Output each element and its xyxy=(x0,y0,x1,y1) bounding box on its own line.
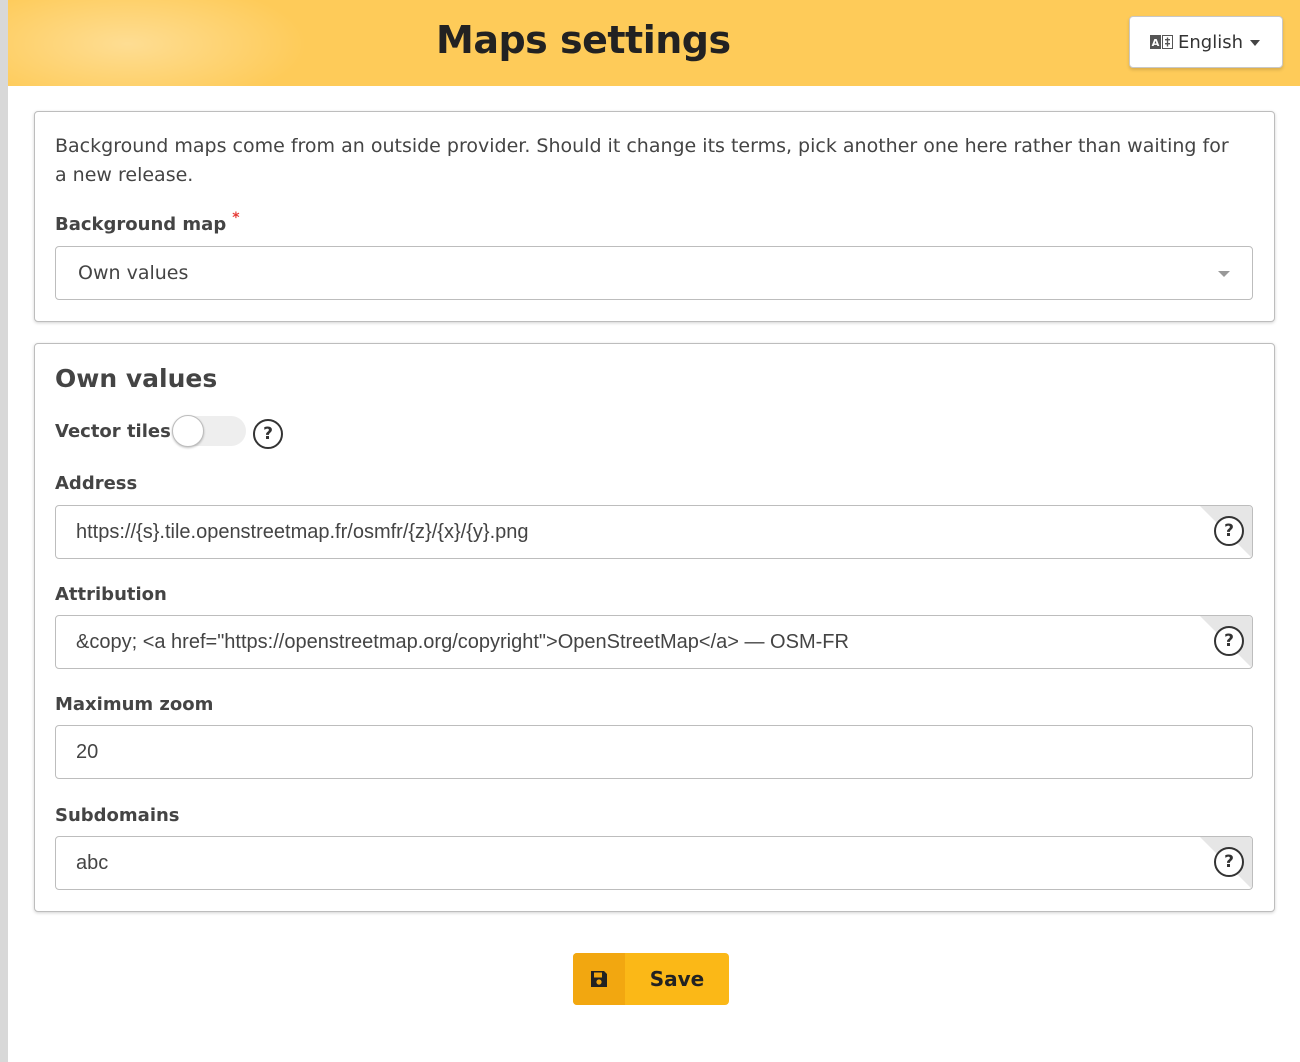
save-button-label: Save xyxy=(649,967,705,991)
background-map-label-text: Background map xyxy=(55,214,227,235)
attribution-field: ? xyxy=(55,615,1253,669)
background-map-label: Background map * xyxy=(55,210,240,235)
vector-tiles-help-icon[interactable]: ? xyxy=(253,419,283,449)
language-selector[interactable]: A English xyxy=(1129,16,1283,68)
address-label: Address xyxy=(55,473,138,494)
max-zoom-field xyxy=(55,725,1253,779)
max-zoom-label: Maximum zoom xyxy=(55,694,214,715)
left-edge-strip xyxy=(0,0,8,1062)
required-marker: * xyxy=(232,210,240,226)
language-label: English xyxy=(1178,31,1243,53)
provider-card: Background maps come from an outside pro… xyxy=(34,111,1275,322)
floppy-disk-icon xyxy=(573,953,625,1005)
own-values-card: Own values Vector tiles ? Address ? Attr… xyxy=(34,343,1275,912)
subdomains-help-icon[interactable]: ? xyxy=(1214,847,1244,877)
vector-tiles-toggle[interactable] xyxy=(172,415,246,447)
address-help-icon[interactable]: ? xyxy=(1214,516,1244,546)
toggle-knob xyxy=(172,415,204,447)
attribution-label: Attribution xyxy=(55,584,167,605)
vector-tiles-label: Vector tiles xyxy=(55,421,171,442)
svg-text:A: A xyxy=(1152,38,1160,49)
language-icon: A xyxy=(1150,35,1174,49)
max-zoom-input[interactable] xyxy=(56,726,1206,778)
save-button[interactable]: Save xyxy=(573,953,729,1005)
provider-intro-text: Background maps come from an outside pro… xyxy=(55,135,1229,186)
background-map-select[interactable]: Own values xyxy=(55,246,1253,300)
address-field: ? xyxy=(55,505,1253,559)
chevron-down-icon xyxy=(1250,40,1260,46)
attribution-input[interactable] xyxy=(56,616,1206,668)
subdomains-field: ? xyxy=(55,836,1253,890)
page-title: Maps settings xyxy=(436,18,731,62)
background-map-selected-value: Own values xyxy=(78,262,189,284)
address-input[interactable] xyxy=(56,506,1206,558)
subdomains-input[interactable] xyxy=(56,837,1206,889)
attribution-help-icon[interactable]: ? xyxy=(1214,626,1244,656)
own-values-title: Own values xyxy=(55,364,218,393)
subdomains-label: Subdomains xyxy=(55,805,180,826)
chevron-down-icon xyxy=(1218,271,1230,277)
